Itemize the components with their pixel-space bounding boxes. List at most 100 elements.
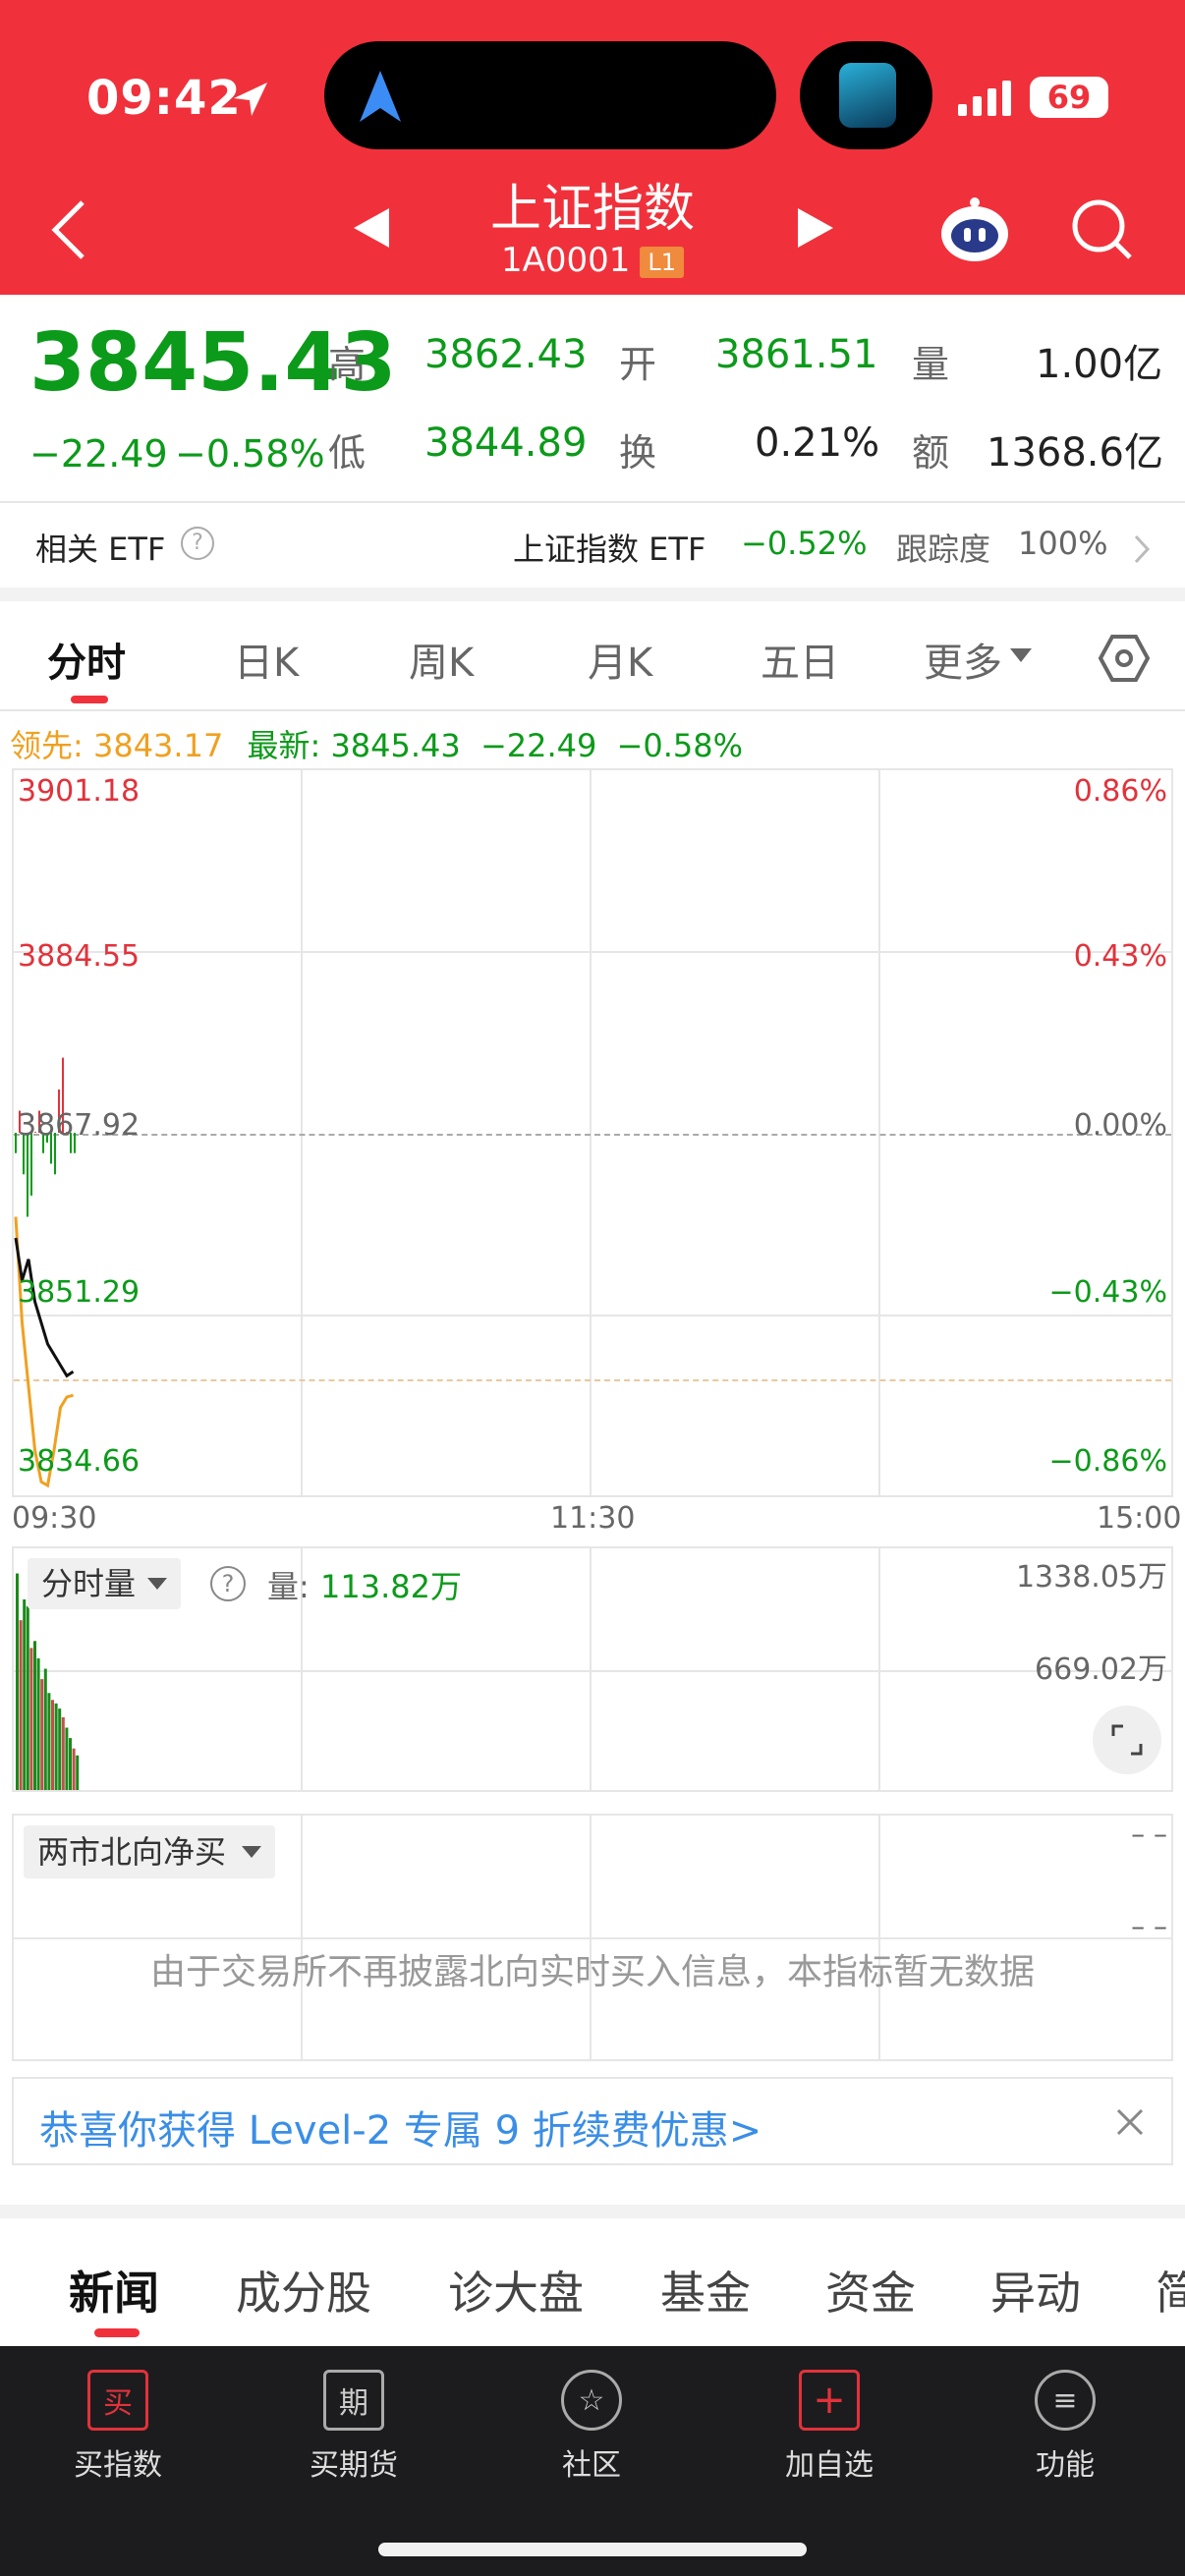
fullscreen-button[interactable] bbox=[1093, 1706, 1161, 1774]
volume-bar bbox=[76, 1755, 80, 1790]
price-plot bbox=[14, 1057, 76, 1488]
caret-down-icon bbox=[242, 1846, 262, 1858]
status-time: 09:42 bbox=[86, 71, 242, 126]
x-tick: 11:30 bbox=[550, 1501, 636, 1536]
tab-intraday[interactable]: 分时 bbox=[47, 631, 126, 688]
chart-period-tabs: 分时 日K 周K 月K 五日 更多 bbox=[0, 601, 1185, 709]
volume-bar bbox=[69, 1738, 72, 1790]
latest-change: −22.49 bbox=[480, 727, 597, 764]
chevron-right-icon bbox=[1134, 534, 1151, 564]
add-watchlist-button[interactable]: + 加自选 bbox=[731, 2370, 928, 2484]
northbound-dash-top: – – bbox=[1131, 1818, 1167, 1850]
signal-icon bbox=[958, 81, 1011, 116]
buy-futures-button[interactable]: 期 买期货 bbox=[255, 2370, 452, 2484]
high-label: 高 bbox=[328, 343, 367, 386]
caret-down-icon bbox=[1010, 648, 1032, 662]
functions-button[interactable]: ≡ 功能 bbox=[967, 2370, 1163, 2484]
buy-index-label: 买指数 bbox=[74, 2448, 162, 2483]
volume-bar bbox=[72, 1748, 76, 1790]
low-label: 低 bbox=[328, 431, 367, 475]
volume-chart[interactable]: 分时量 ? 量: 113.82万 1338.05万 669.02万 bbox=[12, 1546, 1173, 1792]
price-change-pct: −0.58% bbox=[175, 432, 325, 476]
active-tab-indicator bbox=[94, 2328, 140, 2337]
northbound-indicator-select[interactable]: 两市北向净买 bbox=[24, 1825, 276, 1878]
close-icon[interactable] bbox=[1116, 2108, 1144, 2136]
volume-bar bbox=[43, 1668, 47, 1790]
turnover-label: 换 bbox=[619, 431, 657, 475]
news-tab-brief[interactable]: 简 bbox=[1156, 2258, 1185, 2323]
next-stock-icon[interactable] bbox=[796, 206, 835, 250]
community-button[interactable]: ☆ 社区 bbox=[493, 2370, 690, 2484]
amount-label: 额 bbox=[912, 431, 950, 475]
level-badge: L1 bbox=[640, 246, 685, 278]
leader-value: 3843.17 bbox=[92, 727, 224, 764]
latest-pct: −0.58% bbox=[616, 727, 743, 764]
active-tab-indicator bbox=[71, 696, 108, 703]
add-watchlist-label: 加自选 bbox=[785, 2448, 874, 2483]
news-tab-funds[interactable]: 基金 bbox=[660, 2258, 751, 2323]
search-icon[interactable] bbox=[1069, 196, 1136, 263]
tab-more[interactable]: 更多 bbox=[924, 631, 1002, 688]
volume-bar bbox=[47, 1693, 51, 1790]
track-label: 跟踪度 bbox=[896, 531, 991, 568]
y-tick-left: 3901.18 bbox=[18, 774, 141, 809]
app-thumbnail-icon bbox=[839, 63, 896, 128]
location-arrow-icon bbox=[234, 83, 267, 116]
volume-value: 1.00亿 bbox=[1036, 342, 1163, 387]
related-etf-row[interactable]: 相关 ETF ? 上证指数 ETF −0.52% 跟踪度 100% bbox=[0, 503, 1185, 588]
navigation-icon bbox=[360, 71, 401, 122]
volume-mid-label: 669.02万 bbox=[1035, 1652, 1167, 1687]
volume-bar bbox=[33, 1641, 36, 1790]
menu-icon: ≡ bbox=[1035, 2370, 1096, 2431]
robot-assistant-icon[interactable] bbox=[937, 193, 1012, 267]
chart-settings-icon[interactable] bbox=[1097, 631, 1152, 686]
volume-bar bbox=[54, 1703, 58, 1790]
x-tick: 09:30 bbox=[12, 1501, 97, 1536]
help-icon[interactable]: ? bbox=[210, 1566, 246, 1601]
grid-line bbox=[878, 1816, 880, 2059]
volume-indicator-select[interactable]: 分时量 bbox=[28, 1558, 182, 1609]
tab-daily-k[interactable]: 日K bbox=[234, 631, 299, 688]
volume-indicator-label: 分时量 bbox=[41, 1565, 137, 1602]
tab-five-day[interactable]: 五日 bbox=[761, 631, 839, 688]
functions-label: 功能 bbox=[1036, 2448, 1095, 2483]
help-icon[interactable]: ? bbox=[181, 527, 214, 560]
section-gap bbox=[0, 2205, 1185, 2218]
stock-code: 1A0001 bbox=[500, 241, 631, 280]
news-tab-anomaly[interactable]: 异动 bbox=[990, 2258, 1081, 2323]
price-change: −22.49 bbox=[29, 432, 168, 476]
news-tab-news[interactable]: 新闻 bbox=[69, 2258, 159, 2323]
latest-value: 3845.43 bbox=[330, 727, 461, 764]
volume-bar bbox=[29, 1648, 33, 1790]
track-value: 100% bbox=[1018, 525, 1108, 562]
news-tab-capital[interactable]: 资金 bbox=[825, 2258, 916, 2323]
chart-info-row: 领先: 3843.17 最新: 3845.43 −22.49 −0.58% bbox=[10, 721, 743, 766]
low-value: 3844.89 bbox=[424, 420, 588, 466]
related-etf-label: 相关 ETF bbox=[35, 531, 166, 568]
intraday-chart[interactable]: 3901.18 3884.55 3867.92 3851.29 3834.66 … bbox=[12, 768, 1173, 1497]
dynamic-island bbox=[324, 41, 776, 149]
buy-index-button[interactable]: 买 买指数 bbox=[20, 2370, 216, 2484]
section-gap bbox=[0, 588, 1185, 601]
news-tabs: 新闻 成分股 诊大盘 基金 资金 异动 简 bbox=[0, 2218, 1185, 2346]
news-tab-diagnosis[interactable]: 诊大盘 bbox=[448, 2258, 584, 2323]
tab-weekly-k[interactable]: 周K bbox=[409, 631, 474, 688]
etf-name: 上证指数 ETF bbox=[513, 531, 706, 568]
y-tick-right: 0.43% bbox=[1073, 939, 1167, 974]
volume-max-label: 1338.05万 bbox=[1015, 1560, 1167, 1595]
tab-monthly-k[interactable]: 月K bbox=[588, 631, 652, 688]
volume-bar bbox=[26, 1606, 29, 1790]
leader-label: 领先: bbox=[10, 727, 84, 764]
volume-bar bbox=[23, 1598, 27, 1790]
grid-line bbox=[590, 1816, 592, 2059]
bottom-action-bar: 买 买指数 期 买期货 ☆ 社区 + 加自选 ≡ 功能 bbox=[0, 2346, 1185, 2576]
volume-bar bbox=[40, 1679, 44, 1790]
promo-banner[interactable]: 恭喜你获得 Level-2 专属 9 折续费优惠> bbox=[12, 2077, 1173, 2165]
news-tab-constituents[interactable]: 成分股 bbox=[236, 2258, 371, 2323]
x-tick: 15:00 bbox=[1097, 1501, 1182, 1536]
home-indicator bbox=[378, 2543, 807, 2556]
volume-bar bbox=[16, 1573, 19, 1790]
y-tick-left: 3834.66 bbox=[18, 1444, 141, 1479]
y-tick-right: 0.86% bbox=[1073, 774, 1167, 809]
y-tick-left: 3867.92 bbox=[18, 1108, 141, 1143]
